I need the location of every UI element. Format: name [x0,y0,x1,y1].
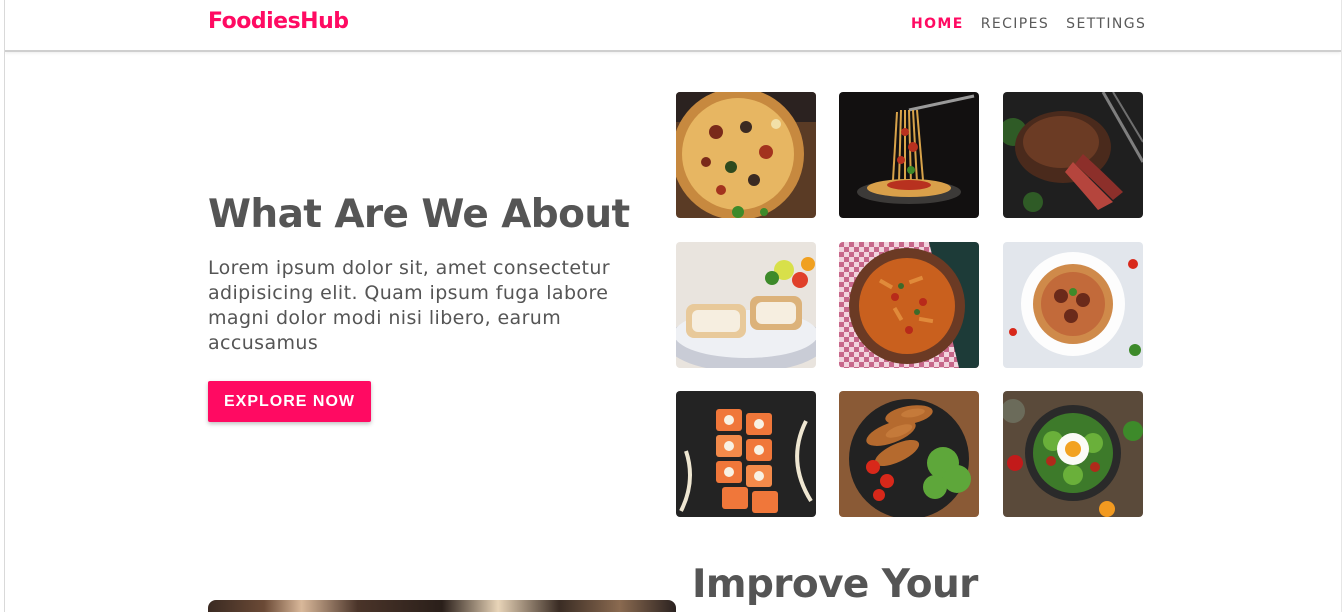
fish-fillet-image [676,242,816,368]
hero-title: What Are We About [208,192,630,237]
next-section-image [208,600,676,612]
meatball-spaghetti-image [1003,242,1143,368]
nav-home-link[interactable]: HOME [911,16,964,32]
explore-now-button[interactable]: EXPLORE NOW [208,381,371,422]
nav-links: HOME RECIPES SETTINGS [911,16,1163,32]
brand-logo[interactable]: FoodiesHub [208,9,349,34]
page-frame: FoodiesHub HOME RECIPES SETTINGS What Ar… [4,0,1342,612]
navbar: FoodiesHub HOME RECIPES SETTINGS [5,0,1341,52]
steak-image [1003,92,1143,218]
salad-egg-image [1003,391,1143,517]
nav-recipes-link[interactable]: RECIPES [981,16,1049,32]
pizza-image [676,92,816,218]
fried-chicken-image [839,391,979,517]
spaghetti-fork-image [839,92,979,218]
hero-description: Lorem ipsum dolor sit, amet consectetur … [208,257,611,354]
sushi-rolls-image [676,391,816,517]
nav-settings-link[interactable]: SETTINGS [1066,16,1146,32]
pasta-bowl-image [839,242,979,368]
next-section-title: Improve Your [692,562,978,607]
